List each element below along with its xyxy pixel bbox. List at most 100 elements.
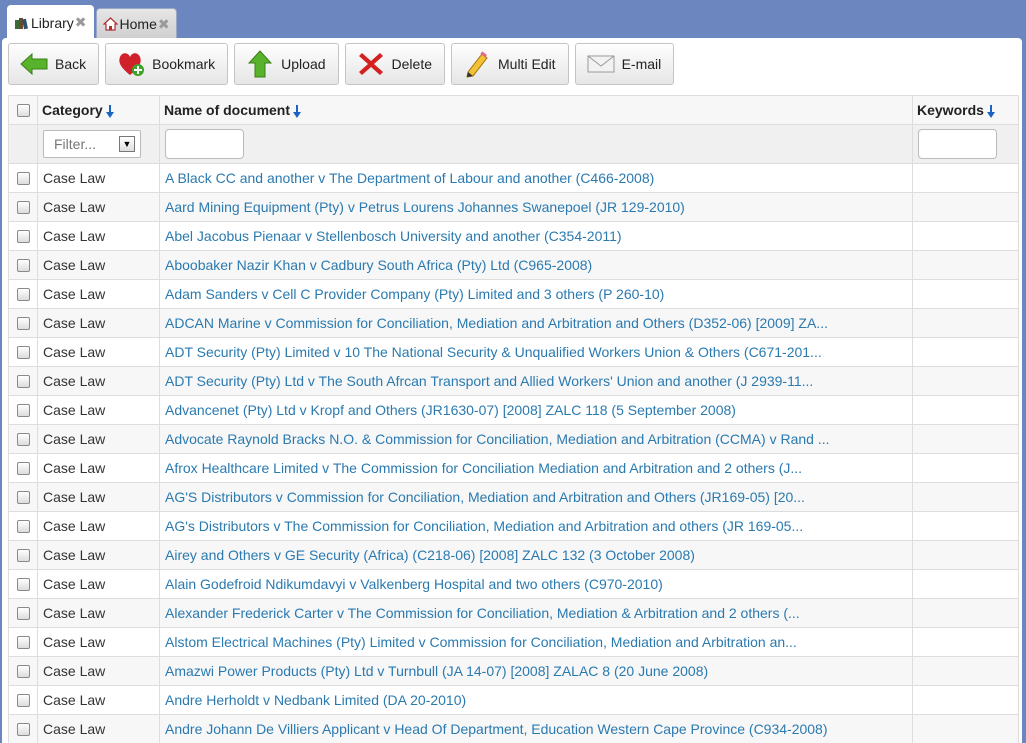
toolbar: Back Bookmark Upload Delete Multi Edit E… — [8, 43, 680, 85]
table-row[interactable]: Case Law Afrox Healthcare Limited v The C… — [8, 453, 1019, 483]
table-row[interactable]: Case Law Alain Godefroid Ndikumdavyi v Va… — [8, 569, 1019, 599]
close-icon[interactable]: ✖ — [75, 14, 87, 31]
row-checkbox[interactable] — [16, 461, 30, 475]
row-checkbox[interactable] — [16, 229, 30, 243]
table-row[interactable]: Case Law Advancenet (Pty) Ltd v Kropf and… — [8, 395, 1019, 425]
category-cell: Case Law — [37, 192, 160, 222]
table-row[interactable]: Case Law Abel Jacobus Pienaar v Stellenbo… — [8, 221, 1019, 251]
keywords-filter-input[interactable] — [918, 129, 997, 159]
document-link[interactable]: Alain Godefroid Ndikumdavyi v Valkenberg… — [159, 569, 913, 599]
document-link[interactable]: AG's Distributors v The Commission for C… — [159, 511, 913, 541]
keywords-cell — [912, 337, 1019, 367]
row-checkbox[interactable] — [16, 722, 30, 736]
category-cell: Case Law — [37, 598, 160, 628]
email-button[interactable]: E-mail — [574, 43, 675, 85]
document-link[interactable]: ADCAN Marine v Commission for Conciliati… — [159, 308, 913, 338]
keywords-cell — [912, 569, 1019, 599]
document-link[interactable]: ADT Security (Pty) Limited v 10 The Nati… — [159, 337, 913, 367]
row-select-cell — [8, 395, 38, 425]
document-link[interactable]: Andre Herholdt v Nedbank Limited (DA 20-… — [159, 685, 913, 715]
tab-library[interactable]: Library ✖ — [7, 5, 94, 39]
row-checkbox[interactable] — [16, 635, 30, 649]
tab-home[interactable]: Home ✖ — [95, 8, 177, 39]
row-checkbox[interactable] — [16, 171, 30, 185]
row-checkbox[interactable] — [16, 519, 30, 533]
document-link[interactable]: Alstom Electrical Machines (Pty) Limited… — [159, 627, 913, 657]
document-link[interactable]: ADT Security (Pty) Ltd v The South Afrca… — [159, 366, 913, 396]
keywords-header[interactable]: Keywords — [912, 95, 1019, 125]
row-checkbox[interactable] — [16, 606, 30, 620]
name-filter-input[interactable] — [165, 129, 244, 159]
back-button[interactable]: Back — [8, 43, 100, 85]
document-link[interactable]: Airey and Others v GE Security (Africa) … — [159, 540, 913, 570]
table-row[interactable]: Case Law Advocate Raynold Bracks N.O. & C… — [8, 424, 1019, 454]
row-checkbox[interactable] — [16, 664, 30, 678]
table-row[interactable]: Case Law Airey and Others v GE Security (… — [8, 540, 1019, 570]
document-link[interactable]: A Black CC and another v The Department … — [159, 163, 913, 193]
close-icon[interactable]: ✖ — [158, 16, 170, 33]
document-link[interactable]: Afrox Healthcare Limited v The Commissio… — [159, 453, 913, 483]
table-row[interactable]: Case Law Adam Sanders v Cell C Provider C… — [8, 279, 1019, 309]
document-link[interactable]: Adam Sanders v Cell C Provider Company (… — [159, 279, 913, 309]
email-label: E-mail — [621, 56, 662, 72]
document-link[interactable]: Advocate Raynold Bracks N.O. & Commissio… — [159, 424, 913, 454]
document-link[interactable]: Andre Johann De Villiers Applicant v Hea… — [159, 714, 913, 743]
tab-label: Library — [31, 14, 74, 31]
table-row[interactable]: Case Law ADCAN Marine v Commission for Co… — [8, 308, 1019, 338]
sort-arrow-icon — [293, 104, 302, 118]
table-row[interactable]: Case Law Aboobaker Nazir Khan v Cadbury S… — [8, 250, 1019, 280]
category-cell: Case Law — [37, 250, 160, 280]
table-row[interactable]: Case Law Amazwi Power Products (Pty) Ltd … — [8, 656, 1019, 686]
category-cell: Case Law — [37, 453, 160, 483]
document-link[interactable]: Advancenet (Pty) Ltd v Kropf and Others … — [159, 395, 913, 425]
document-link[interactable]: Aard Mining Equipment (Pty) v Petrus Lou… — [159, 192, 913, 222]
row-checkbox[interactable] — [16, 403, 30, 417]
table-row[interactable]: Case Law Aard Mining Equipment (Pty) v Pe… — [8, 192, 1019, 222]
row-checkbox[interactable] — [16, 258, 30, 272]
table-row[interactable]: Case Law Alstom Electrical Machines (Pty)… — [8, 627, 1019, 657]
category-header[interactable]: Category — [37, 95, 160, 125]
multi-edit-button[interactable]: Multi Edit — [451, 43, 569, 85]
keywords-cell — [912, 598, 1019, 628]
row-checkbox[interactable] — [16, 693, 30, 707]
row-checkbox[interactable] — [16, 316, 30, 330]
row-checkbox[interactable] — [16, 287, 30, 301]
back-arrow-icon — [19, 49, 49, 79]
document-link[interactable]: Abel Jacobus Pienaar v Stellenbosch Univ… — [159, 221, 913, 251]
row-checkbox[interactable] — [16, 200, 30, 214]
table-row[interactable]: Case Law ADT Security (Pty) Ltd v The Sou… — [8, 366, 1019, 396]
delete-button[interactable]: Delete — [344, 43, 445, 85]
row-checkbox[interactable] — [16, 490, 30, 504]
row-checkbox[interactable] — [16, 432, 30, 446]
table-row[interactable]: Case Law A Black CC and another v The Dep… — [8, 163, 1019, 193]
select-all-checkbox[interactable] — [16, 103, 30, 117]
category-filter-select[interactable]: Filter... ▼ — [43, 130, 141, 158]
keywords-cell — [912, 627, 1019, 657]
filter-row: Filter... ▼ — [8, 124, 1019, 164]
document-link[interactable]: Alexander Frederick Carter v The Commiss… — [159, 598, 913, 628]
table-row[interactable]: Case Law Andre Johann De Villiers Applica… — [8, 714, 1019, 743]
upload-button[interactable]: Upload — [234, 43, 339, 85]
row-select-cell — [8, 192, 38, 222]
name-header[interactable]: Name of document — [159, 95, 913, 125]
sort-arrow-icon — [986, 104, 995, 118]
bookmark-button[interactable]: Bookmark — [105, 43, 229, 85]
document-link[interactable]: Amazwi Power Products (Pty) Ltd v Turnbu… — [159, 656, 913, 686]
table-row[interactable]: Case Law Alexander Frederick Carter v The… — [8, 598, 1019, 628]
document-link[interactable]: AG'S Distributors v Commission for Conci… — [159, 482, 913, 512]
row-checkbox[interactable] — [16, 374, 30, 388]
row-select-cell — [8, 511, 38, 541]
row-select-cell — [8, 163, 38, 193]
table-row[interactable]: Case Law AG'S Distributors v Commission f… — [8, 482, 1019, 512]
table-row[interactable]: Case Law Andre Herholdt v Nedbank Limited… — [8, 685, 1019, 715]
table-row[interactable]: Case Law ADT Security (Pty) Limited v 10 … — [8, 337, 1019, 367]
row-select-cell — [8, 453, 38, 483]
row-checkbox[interactable] — [16, 548, 30, 562]
row-checkbox[interactable] — [16, 345, 30, 359]
row-checkbox[interactable] — [16, 577, 30, 591]
document-link[interactable]: Aboobaker Nazir Khan v Cadbury South Afr… — [159, 250, 913, 280]
filter-empty-cell — [8, 124, 38, 164]
table-row[interactable]: Case Law AG's Distributors v The Commissi… — [8, 511, 1019, 541]
keywords-cell — [912, 395, 1019, 425]
envelope-icon — [586, 49, 616, 79]
